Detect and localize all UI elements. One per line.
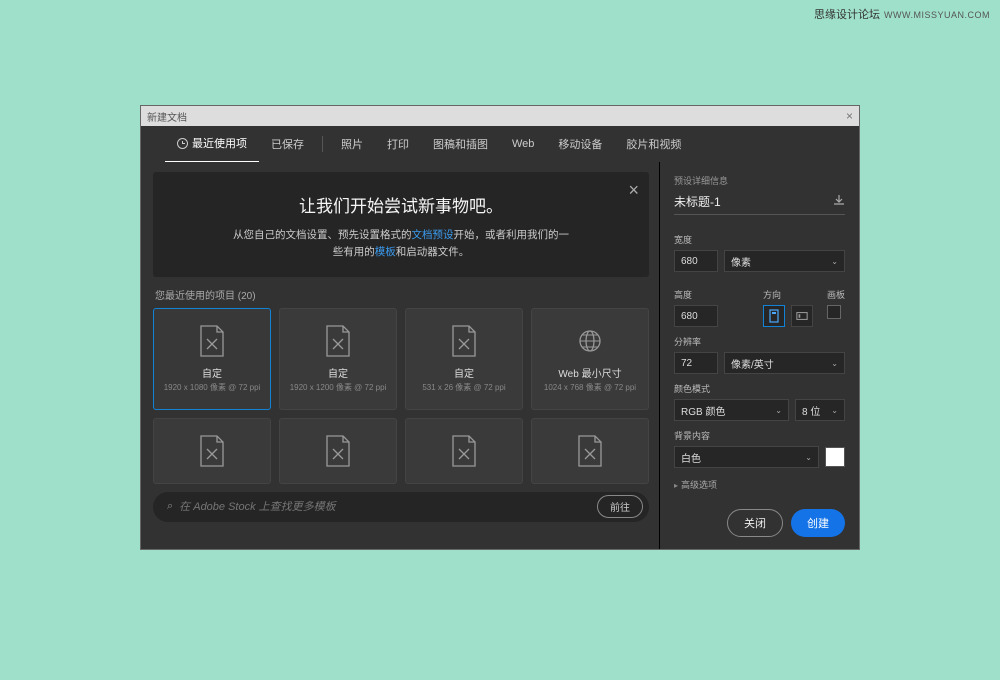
- width-label: 宽度: [674, 233, 845, 246]
- new-document-dialog: 新建文档 × 最近使用项 已保存 照片 打印 图稿和插图 Web 移动设备 胶片…: [140, 105, 860, 550]
- orientation-label: 方向: [763, 288, 813, 301]
- stock-search: ⌕ 前往: [153, 492, 649, 522]
- templates-panel: × 让我们开始尝试新事物吧。 从您自己的文档设置、预先设置格式的文档预设开始，或…: [141, 162, 659, 549]
- document-name[interactable]: 未标题-1: [674, 193, 721, 210]
- dialog-title: 新建文档: [147, 109, 187, 124]
- tab-recent[interactable]: 最近使用项: [165, 125, 259, 163]
- globe-icon: [577, 325, 603, 357]
- preset-details-panel: 预设详细信息 未标题-1 宽度 680 像素⌄ 高度 680 方向: [659, 162, 859, 549]
- tab-web[interactable]: Web: [500, 128, 546, 160]
- banner-description: 从您自己的文档设置、预先设置格式的文档预设开始，或者利用我们的一 些有用的模板和…: [177, 227, 625, 261]
- colordepth-select[interactable]: 8 位⌄: [795, 399, 845, 421]
- preset-card[interactable]: 自定 1920 x 1200 像素 @ 72 ppi: [279, 308, 397, 410]
- preset-header: 预设详细信息: [674, 174, 845, 187]
- tab-film[interactable]: 胶片和视频: [614, 126, 693, 162]
- background-label: 背景内容: [674, 429, 845, 442]
- search-icon: ⌕: [167, 500, 173, 513]
- preset-card[interactable]: 自定 531 x 26 像素 @ 72 ppi: [405, 308, 523, 410]
- document-icon: [325, 435, 351, 467]
- artboard-label: 画板: [827, 288, 845, 301]
- width-input[interactable]: 680: [674, 250, 718, 272]
- preset-card[interactable]: [405, 418, 523, 484]
- recent-items-label: 您最近使用的项目 (20): [155, 287, 649, 302]
- background-swatch[interactable]: [825, 447, 845, 467]
- resolution-label: 分辨率: [674, 335, 845, 348]
- colormode-select[interactable]: RGB 颜色⌄: [674, 399, 789, 421]
- clock-icon: [177, 138, 188, 149]
- colormode-label: 颜色模式: [674, 382, 845, 395]
- preset-grid: 自定 1920 x 1080 像素 @ 72 ppi 自定 1920 x 120…: [153, 308, 649, 410]
- artboard-checkbox[interactable]: [827, 305, 841, 319]
- advanced-options-toggle[interactable]: ▸高级选项: [674, 478, 845, 491]
- resolution-unit-select[interactable]: 像素/英寸⌄: [724, 352, 845, 374]
- save-preset-icon[interactable]: [833, 194, 845, 209]
- go-button[interactable]: 前往: [597, 495, 643, 518]
- height-input[interactable]: 680: [674, 305, 718, 327]
- document-icon: [451, 435, 477, 467]
- resolution-input[interactable]: 72: [674, 352, 718, 374]
- dialog-actions: 关闭 创建: [727, 509, 845, 537]
- width-unit-select[interactable]: 像素⌄: [724, 250, 845, 272]
- document-icon: [199, 325, 225, 357]
- tab-art[interactable]: 图稿和插图: [421, 126, 500, 162]
- document-icon: [451, 325, 477, 357]
- close-icon[interactable]: ×: [846, 109, 853, 123]
- tab-mobile[interactable]: 移动设备: [546, 126, 614, 162]
- watermark: 思缘设计论坛WWW.MISSYUAN.COM: [814, 6, 990, 22]
- tab-saved[interactable]: 已保存: [259, 126, 316, 162]
- welcome-banner: × 让我们开始尝试新事物吧。 从您自己的文档设置、预先设置格式的文档预设开始，或…: [153, 172, 649, 277]
- cancel-button[interactable]: 关闭: [727, 509, 783, 537]
- dialog-titlebar: 新建文档 ×: [141, 106, 859, 126]
- background-select[interactable]: 白色⌄: [674, 446, 819, 468]
- orientation-portrait[interactable]: [763, 305, 785, 327]
- document-icon: [325, 325, 351, 357]
- preset-card[interactable]: Web 最小尺寸 1024 x 768 像素 @ 72 ppi: [531, 308, 649, 410]
- tab-photo[interactable]: 照片: [329, 126, 375, 162]
- tab-print[interactable]: 打印: [375, 126, 421, 162]
- orientation-landscape[interactable]: [791, 305, 813, 327]
- preset-card[interactable]: [279, 418, 397, 484]
- preset-card[interactable]: 自定 1920 x 1080 像素 @ 72 ppi: [153, 308, 271, 410]
- banner-title: 让我们开始尝试新事物吧。: [177, 192, 625, 217]
- chevron-right-icon: ▸: [674, 481, 678, 490]
- create-button[interactable]: 创建: [791, 509, 845, 537]
- preset-card[interactable]: [531, 418, 649, 484]
- category-tabs: 最近使用项 已保存 照片 打印 图稿和插图 Web 移动设备 胶片和视频: [141, 126, 859, 162]
- document-icon: [577, 435, 603, 467]
- divider: [322, 136, 323, 152]
- preset-grid-row2: [153, 418, 649, 484]
- document-icon: [199, 435, 225, 467]
- banner-close-icon[interactable]: ×: [628, 180, 639, 201]
- height-label: 高度: [674, 288, 749, 301]
- search-input[interactable]: [179, 501, 591, 513]
- preset-card[interactable]: [153, 418, 271, 484]
